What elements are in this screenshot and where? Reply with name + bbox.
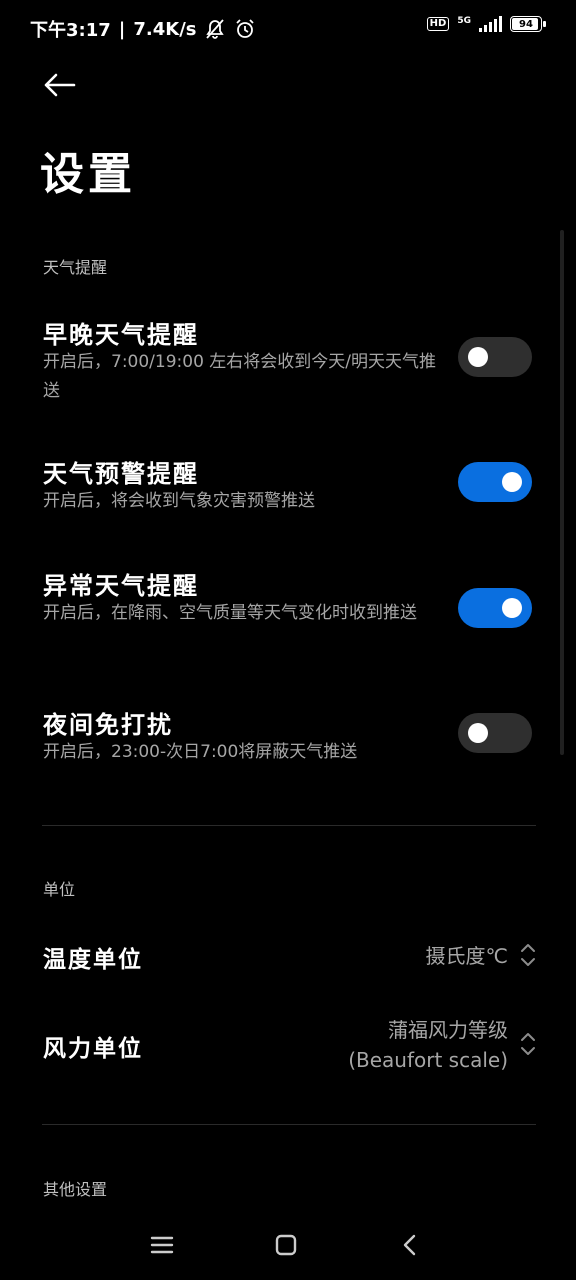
toggle-warning[interactable] — [458, 462, 532, 502]
nav-home-button[interactable] — [266, 1225, 306, 1265]
setting-title: 早晚天气提醒 — [43, 321, 199, 349]
setting-description: 开启后，7:00/19:00 左右将会收到今天/明天天气推送 — [43, 352, 437, 401]
navigation-bar — [0, 1225, 576, 1265]
setting-description: 开启后，将会收到气象灾害预警推送 — [43, 491, 315, 511]
row-title: 温度单位 — [43, 947, 143, 973]
home-square-icon — [275, 1234, 297, 1256]
status-bar: 下午3:17 | 7.4K/s HD 5G 94 — [0, 0, 576, 56]
up-down-chevron-icon — [521, 944, 535, 966]
network-type: 5G — [457, 16, 471, 26]
toggle-night-dnd[interactable] — [458, 713, 532, 753]
wind-unit-value-line1: 蒲福风力等级 — [388, 1018, 508, 1042]
section-label-weather-alerts: 天气提醒 — [43, 258, 108, 277]
divider — [42, 1124, 536, 1125]
setting-title: 夜间免打扰 — [43, 711, 173, 739]
row-title: 风力单位 — [43, 1036, 143, 1062]
section-label-units: 单位 — [43, 880, 76, 899]
divider — [42, 825, 536, 826]
network-speed: 7.4K/s — [133, 18, 197, 40]
toggle-knob — [468, 723, 488, 743]
hd-badge: HD — [426, 17, 450, 31]
nav-back-button[interactable] — [390, 1225, 430, 1265]
wind-unit-value: 蒲福风力等级 (Beaufort scale) — [348, 1015, 508, 1075]
wind-unit-value-line2: (Beaufort scale) — [348, 1048, 508, 1072]
toggle-morning-evening[interactable] — [458, 337, 532, 377]
status-separator: | — [118, 18, 126, 40]
back-chevron-icon — [403, 1234, 416, 1256]
scrollbar[interactable] — [560, 230, 564, 755]
toggle-knob — [502, 472, 522, 492]
toggle-abnormal[interactable] — [458, 588, 532, 628]
status-time: 下午3:17 — [30, 20, 111, 41]
setting-description: 开启后，23:00-次日7:00将屏蔽天气推送 — [43, 742, 358, 762]
page-title: 设置 — [40, 149, 136, 200]
signal-icon — [479, 16, 502, 32]
battery-level: 94 — [519, 18, 533, 30]
up-down-chevron-icon — [521, 1033, 535, 1055]
setting-title: 异常天气提醒 — [43, 572, 199, 600]
setting-description: 开启后，在降雨、空气质量等天气变化时收到推送 — [43, 603, 417, 623]
menu-icon — [150, 1236, 174, 1254]
alarm-icon — [236, 19, 255, 38]
section-label-other: 其他设置 — [43, 1180, 108, 1199]
toggle-knob — [468, 347, 488, 367]
status-right: HD 5G 94 — [426, 16, 546, 32]
temperature-unit-value: 摄氏度℃ — [425, 944, 508, 968]
back-button[interactable] — [40, 67, 80, 103]
setting-title: 天气预警提醒 — [43, 460, 199, 488]
mute-icon — [206, 19, 225, 39]
nav-menu-button[interactable] — [142, 1225, 182, 1265]
status-left: 下午3:17 | 7.4K/s — [30, 16, 256, 42]
toggle-knob — [502, 598, 522, 618]
battery-icon: 94 — [510, 16, 546, 32]
back-arrow-icon — [44, 73, 76, 97]
